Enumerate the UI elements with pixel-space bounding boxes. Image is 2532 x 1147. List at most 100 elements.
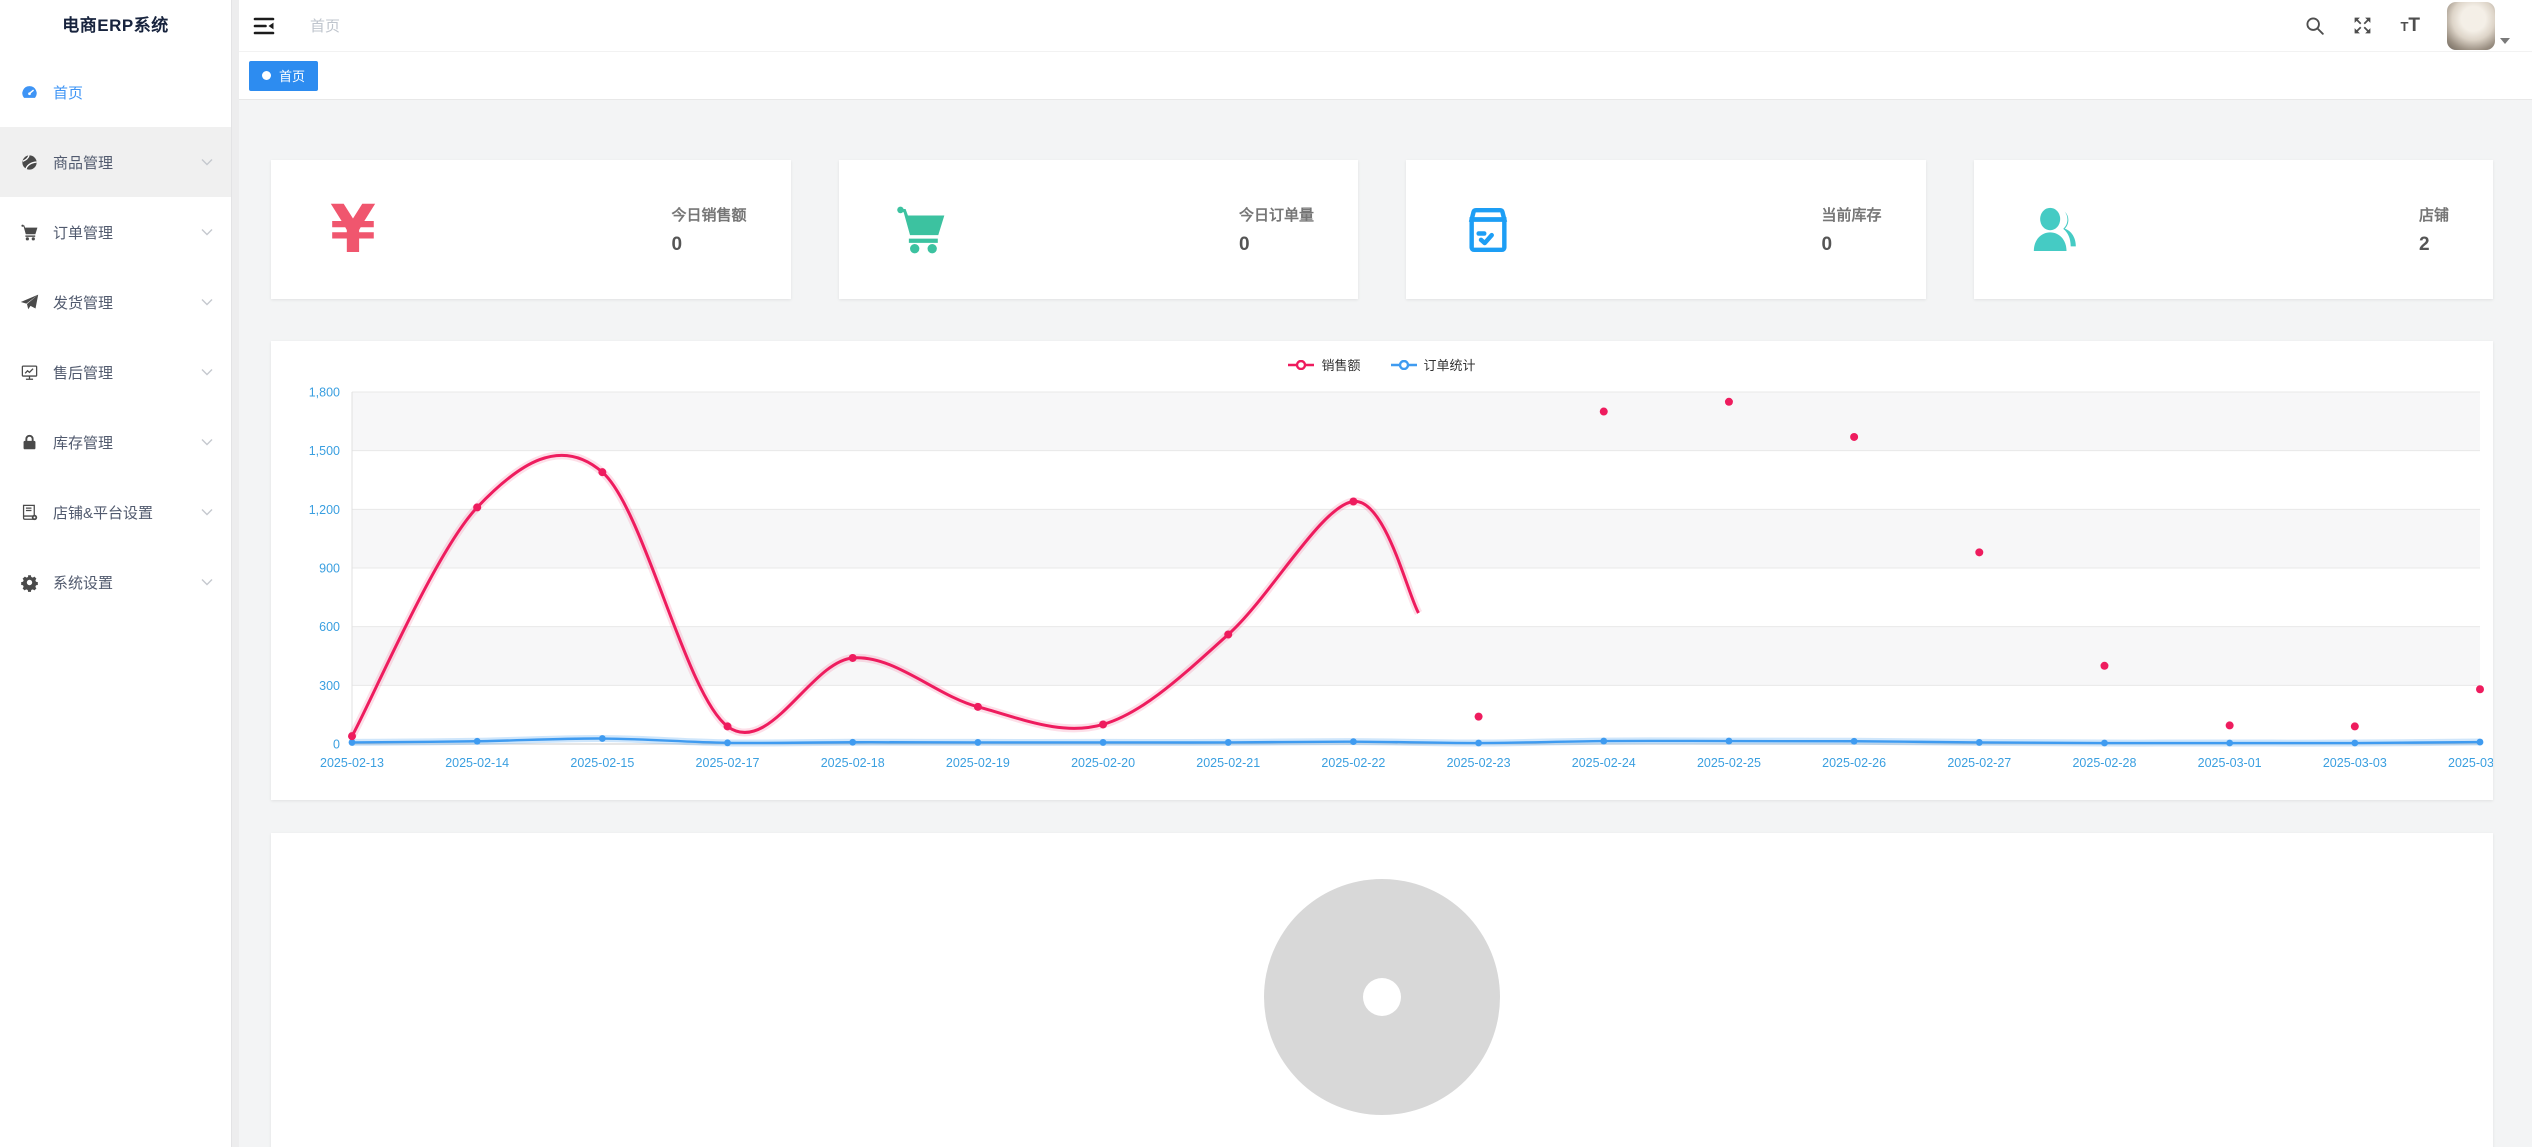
chevron-down-icon xyxy=(201,508,213,516)
sidebar: 电商ERP系统 首页商品管理订单管理发货管理售后管理库存管理店铺&平台设置系统设… xyxy=(0,0,231,1147)
y-axis-tick: 600 xyxy=(319,620,340,634)
x-axis-tick: 2025-02-25 xyxy=(1697,756,1761,770)
chevron-down-icon xyxy=(201,298,213,306)
breadcrumb[interactable]: 首页 xyxy=(310,15,340,36)
topbar-actions: TT xyxy=(2304,2,2510,50)
tabstrip: 首页 xyxy=(239,52,2532,100)
x-axis-tick: 2025-02-20 xyxy=(1071,756,1135,770)
users-icon xyxy=(2026,200,2086,260)
x-axis-tick: 2025-02-22 xyxy=(1321,756,1385,770)
globe-icon xyxy=(20,153,39,172)
sidebar-item-2[interactable]: 订单管理 xyxy=(0,197,231,267)
topbar: 首页 TT xyxy=(239,0,2532,52)
sidebar-item-0[interactable]: 首页 xyxy=(0,57,231,127)
stat-meta: 店铺2 xyxy=(2419,204,2449,256)
stat-card-3: 店铺2 xyxy=(1974,160,2494,299)
yen-icon: ¥ xyxy=(323,200,383,260)
chart-legend: 销售额 订单统计 xyxy=(271,355,2493,374)
y-axis-tick: 900 xyxy=(319,562,340,576)
legend-label: 销售额 xyxy=(1321,355,1360,374)
stat-meta: 今日订单量 0 xyxy=(1239,204,1314,256)
stat-label: 当前库存 xyxy=(1821,204,1881,225)
sidebar-divider xyxy=(231,0,239,1147)
chevron-down-icon xyxy=(201,368,213,376)
x-axis-tick: 2025-02-17 xyxy=(696,756,760,770)
sidebar-item-7[interactable]: 系统设置 xyxy=(0,547,231,617)
fullscreen-icon[interactable] xyxy=(2352,15,2373,36)
monitor-icon xyxy=(20,363,39,382)
legend-item-1[interactable]: 订单统计 xyxy=(1391,355,1476,374)
tab-active-dot xyxy=(262,71,271,80)
main-area: 首页 TT 首页 ¥今日销售 xyxy=(239,0,2532,1147)
stat-value: 0 xyxy=(1821,234,1832,256)
stat-meta: 当前库存 0 xyxy=(1821,204,1881,256)
x-axis-tick: 2025-02-23 xyxy=(1447,756,1511,770)
x-axis-tick: 2025-02-21 xyxy=(1196,756,1260,770)
stat-label: 今日销售额 xyxy=(671,204,746,225)
book-gear-icon xyxy=(20,503,39,522)
avatar[interactable] xyxy=(2447,2,2495,50)
content: ¥ 今日销售额 0 今日订单量 0 当前库存 0 店铺2 销售额 订单统计 0 300 600 900… xyxy=(239,100,2532,1147)
stat-value: 0 xyxy=(671,234,682,256)
font-size-icon[interactable]: TT xyxy=(2400,16,2420,35)
x-axis-tick: 2025-02-13 xyxy=(320,756,384,770)
search-icon[interactable] xyxy=(2304,15,2325,36)
x-axis-tick: 2025-03-04 xyxy=(2448,756,2493,770)
chevron-down-icon xyxy=(201,158,213,166)
x-axis-tick: 2025-02-28 xyxy=(2072,756,2136,770)
send-icon xyxy=(20,293,39,312)
sidebar-item-label: 售后管理 xyxy=(53,362,113,383)
x-axis-tick: 2025-02-26 xyxy=(1822,756,1886,770)
stat-meta: 今日销售额 0 xyxy=(671,204,746,256)
sidebar-item-label: 发货管理 xyxy=(53,292,113,313)
stat-label: 今日订单量 xyxy=(1239,204,1314,225)
sidebar-item-label: 库存管理 xyxy=(53,432,113,453)
x-axis-tick: 2025-02-24 xyxy=(1572,756,1636,770)
lock-icon xyxy=(20,433,39,452)
dashboard-icon xyxy=(20,83,39,102)
legend-label: 订单统计 xyxy=(1424,355,1476,374)
legend-item-0[interactable]: 销售额 xyxy=(1288,355,1360,374)
x-axis-tick: 2025-03-03 xyxy=(2323,756,2387,770)
stat-label: 店铺 xyxy=(2419,204,2449,225)
sidebar-item-label: 首页 xyxy=(53,82,83,103)
cart-icon xyxy=(20,223,39,242)
chevron-down-icon xyxy=(201,228,213,236)
legend-marker-icon xyxy=(1288,360,1314,370)
chevron-down-icon xyxy=(201,438,213,446)
x-axis-tick: 2025-02-14 xyxy=(445,756,509,770)
y-axis-tick: 1,200 xyxy=(309,503,340,517)
sidebar-item-label: 商品管理 xyxy=(53,152,113,173)
y-axis-tick: 300 xyxy=(319,679,340,693)
tab-home[interactable]: 首页 xyxy=(249,61,318,91)
sidebar-item-1[interactable]: 商品管理 xyxy=(0,127,231,197)
sidebar-item-3[interactable]: 发货管理 xyxy=(0,267,231,337)
stat-card-0: ¥ 今日销售额 0 xyxy=(271,160,791,299)
x-axis-tick: 2025-02-18 xyxy=(821,756,885,770)
pie-chart-card xyxy=(271,833,2493,1147)
x-axis-tick: 2025-02-15 xyxy=(570,756,634,770)
sidebar-item-label: 系统设置 xyxy=(53,572,113,593)
y-axis-tick: 1,800 xyxy=(309,386,340,400)
sidebar-item-label: 订单管理 xyxy=(53,222,113,243)
sidebar-item-label: 店铺&平台设置 xyxy=(53,502,153,523)
cart-icon xyxy=(891,200,951,260)
x-axis-tick: 2025-02-19 xyxy=(946,756,1010,770)
sidebar-item-4[interactable]: 售后管理 xyxy=(0,337,231,407)
y-axis-tick: 0 xyxy=(333,738,340,752)
sidebar-item-5[interactable]: 库存管理 xyxy=(0,407,231,477)
stat-value: 0 xyxy=(1239,234,1250,256)
collapse-menu-icon[interactable] xyxy=(252,14,276,38)
chevron-down-icon xyxy=(201,578,213,586)
app-title: 电商ERP系统 xyxy=(0,0,231,52)
sales-orders-line-chart[interactable]: 0 300 600 900 1,200 1,500 1,800 2025-02-13 2025-… xyxy=(271,341,2493,800)
sidebar-menu: 首页商品管理订单管理发货管理售后管理库存管理店铺&平台设置系统设置 xyxy=(0,52,231,617)
sidebar-item-6[interactable]: 店铺&平台设置 xyxy=(0,477,231,547)
stat-cards-row: ¥ 今日销售额 0 今日订单量 0 当前库存 0 店铺2 xyxy=(271,160,2493,299)
user-menu[interactable] xyxy=(2447,2,2510,50)
chevron-down-icon xyxy=(2500,38,2510,44)
stat-card-2: 当前库存 0 xyxy=(1406,160,1926,299)
legend-marker-icon xyxy=(1391,360,1417,370)
y-axis-tick: 1,500 xyxy=(309,444,340,458)
empty-donut-chart xyxy=(1264,879,1500,1115)
